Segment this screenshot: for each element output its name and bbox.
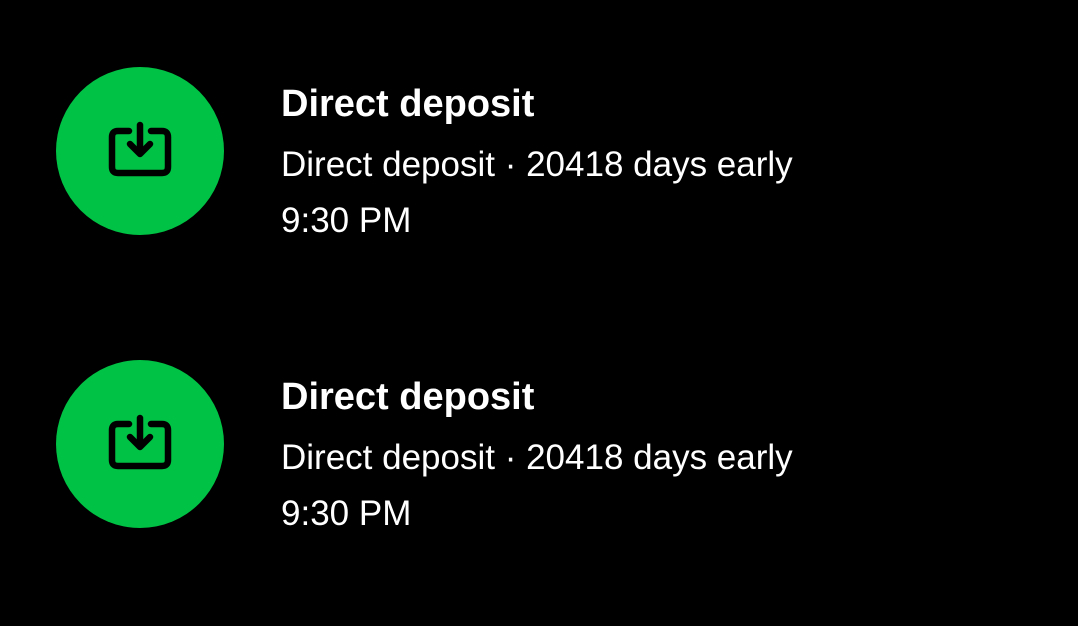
deposit-icon [108, 121, 172, 177]
transaction-time: 9:30 PM [281, 201, 412, 240]
transaction-item[interactable]: Direct deposit Direct deposit · 20418 da… [0, 293, 1078, 543]
transaction-time: 9:30 PM [281, 494, 412, 533]
transaction-list: Direct deposit Direct deposit · 20418 da… [0, 0, 1078, 626]
transaction-title: Direct deposit [281, 83, 535, 125]
transaction-subtitle: Direct deposit · 20418 days early [281, 145, 793, 184]
transaction-item[interactable]: Direct deposit Direct deposit · 20418 da… [0, 0, 1078, 250]
deposit-icon-badge [56, 67, 224, 235]
deposit-icon [108, 414, 172, 470]
deposit-icon-badge [56, 360, 224, 528]
transaction-subtitle: Direct deposit · 20418 days early [281, 438, 793, 477]
transaction-title: Direct deposit [281, 376, 535, 418]
